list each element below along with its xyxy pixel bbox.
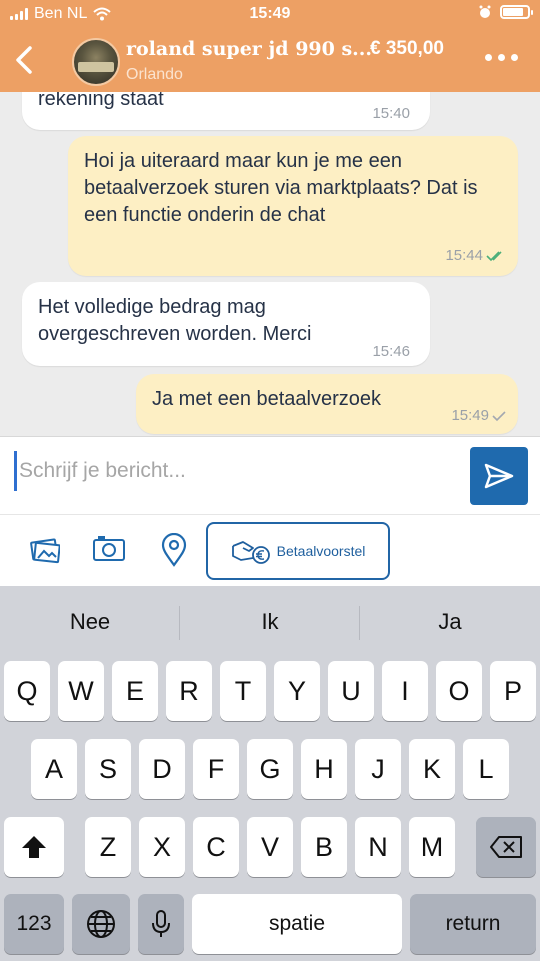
key-v[interactable]: V — [247, 817, 293, 877]
location-pin-icon[interactable] — [160, 533, 188, 567]
suggestion-item[interactable]: Ik — [180, 586, 360, 658]
numbers-key[interactable]: 123 — [4, 894, 64, 954]
message-time: 15:44 — [445, 242, 506, 269]
key-l[interactable]: L — [463, 739, 509, 799]
backspace-key[interactable] — [476, 817, 536, 877]
suggestion-item[interactable]: Nee — [0, 586, 180, 658]
key-f[interactable]: F — [193, 739, 239, 799]
key-u[interactable]: U — [328, 661, 374, 721]
suggestion-item[interactable]: Ja — [360, 586, 540, 658]
key-g[interactable]: G — [247, 739, 293, 799]
message-outgoing: Ja met een betaalverzoek 15:49 — [136, 374, 518, 434]
read-check-icon — [486, 250, 502, 261]
key-w[interactable]: W — [58, 661, 104, 721]
key-m[interactable]: M — [409, 817, 455, 877]
seller-name: Orlando — [126, 66, 183, 83]
key-e[interactable]: E — [112, 661, 158, 721]
camera-icon[interactable] — [92, 533, 126, 565]
message-text: rekening staat — [38, 92, 164, 110]
key-p[interactable]: P — [490, 661, 536, 721]
key-s[interactable]: S — [85, 739, 131, 799]
hand-euro-icon — [231, 541, 270, 564]
alarm-icon — [479, 5, 491, 18]
send-icon — [484, 463, 514, 489]
attachment-bar: Betaalvoorstel — [0, 514, 540, 586]
key-n[interactable]: N — [355, 817, 401, 877]
listing-title[interactable]: roland super jd 990 s... — [126, 38, 372, 60]
globe-key[interactable] — [72, 894, 130, 954]
message-outgoing: Hoi ja uiteraard maar kun je me een beta… — [68, 136, 518, 276]
message-input[interactable] — [14, 451, 454, 491]
key-x[interactable]: X — [139, 817, 185, 877]
key-d[interactable]: D — [139, 739, 185, 799]
shift-icon — [22, 836, 46, 858]
key-o[interactable]: O — [436, 661, 482, 721]
key-c[interactable]: C — [193, 817, 239, 877]
microphone-icon — [152, 910, 170, 937]
return-key[interactable]: return — [410, 894, 536, 954]
chat-header: Ben NL 15:49 roland super jd 990 s... Or… — [0, 0, 540, 92]
message-text: Het volledige bedrag mag overgeschreven … — [38, 296, 312, 345]
message-incoming: Het volledige bedrag mag overgeschreven … — [22, 282, 430, 366]
keyboard: Nee Ik Ja Q W E R T Y U I O P A S D F G … — [0, 586, 540, 961]
microphone-key[interactable] — [138, 894, 184, 954]
back-arrow-icon[interactable] — [8, 42, 40, 78]
message-time: 15:49 — [451, 402, 506, 429]
globe-icon — [87, 910, 115, 938]
suggestion-bar: Nee Ik Ja — [0, 586, 540, 658]
key-t[interactable]: T — [220, 661, 266, 721]
message-time: 15:40 — [372, 105, 410, 122]
listing-avatar[interactable] — [72, 38, 120, 86]
more-options-icon[interactable] — [485, 54, 518, 61]
key-j[interactable]: J — [355, 739, 401, 799]
status-time: 15:49 — [249, 5, 291, 22]
key-i[interactable]: I — [382, 661, 428, 721]
message-incoming: rekening staat 15:40 — [22, 92, 430, 130]
compose-bar — [0, 436, 540, 514]
message-text: Ja met een betaalverzoek — [152, 388, 382, 410]
payment-proposal-button[interactable]: Betaalvoorstel — [206, 522, 390, 580]
key-q[interactable]: Q — [4, 661, 50, 721]
key-a[interactable]: A — [31, 739, 77, 799]
key-b[interactable]: B — [301, 817, 347, 877]
gallery-icon[interactable] — [28, 533, 60, 565]
key-y[interactable]: Y — [274, 661, 320, 721]
payment-proposal-label: Betaalvoorstel — [276, 543, 366, 559]
battery-icon — [500, 5, 533, 19]
send-button[interactable] — [470, 447, 528, 505]
backspace-icon — [490, 836, 522, 858]
status-bar: Ben NL 15:49 — [0, 0, 540, 30]
key-k[interactable]: K — [409, 739, 455, 799]
message-text: Hoi ja uiteraard maar kun je me een beta… — [84, 150, 478, 226]
shift-key[interactable] — [4, 817, 64, 877]
chat-messages[interactable]: rekening staat 15:40 Hoi ja uiteraard ma… — [0, 92, 540, 436]
space-key[interactable]: spatie — [192, 894, 402, 954]
key-h[interactable]: H — [301, 739, 347, 799]
message-time: 15:46 — [372, 343, 410, 360]
listing-price: € 350,00 — [370, 38, 444, 59]
key-r[interactable]: R — [166, 661, 212, 721]
delivered-check-icon — [492, 410, 506, 421]
key-z[interactable]: Z — [85, 817, 131, 877]
